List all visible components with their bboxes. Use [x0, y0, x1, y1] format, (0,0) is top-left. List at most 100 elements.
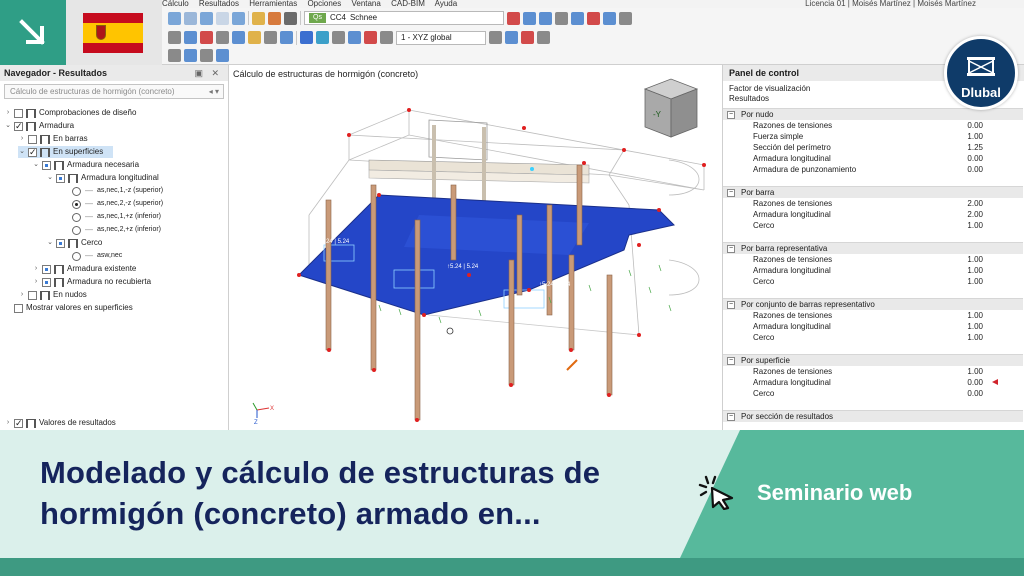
design-check-icon [26, 108, 36, 118]
tool-icon[interactable] [505, 31, 518, 44]
tree-item-mostrar-valores[interactable]: Mostrar valores en superficies [4, 302, 133, 314]
collapse-icon[interactable]: ⌄ [32, 159, 40, 171]
collapse-icon[interactable]: ⌄ [4, 120, 12, 132]
tool-icon[interactable] [216, 31, 229, 44]
view-icon[interactable] [200, 11, 213, 25]
view-icon[interactable] [232, 11, 245, 25]
results-icon[interactable] [252, 11, 265, 25]
support-arrow [566, 359, 578, 371]
tool-icon[interactable] [168, 49, 181, 62]
menu-cad-bim[interactable]: CAD-BIM [391, 0, 425, 8]
display-icon[interactable] [571, 11, 584, 25]
collapse-icon[interactable]: ⌄ [18, 146, 26, 158]
panel-row: Armadura longitudinal 1.00 [753, 266, 983, 275]
display-icon[interactable] [555, 11, 568, 25]
view-icon[interactable] [168, 11, 181, 25]
view-icon[interactable] [184, 11, 197, 25]
tree-item-valores-resultados[interactable]: › Valores de resultados [4, 417, 116, 429]
panel-row: Armadura de punzonamiento 0.00 [753, 165, 983, 174]
tool-icon[interactable] [168, 31, 181, 44]
collapse-icon: − [727, 356, 735, 365]
collapse-icon: − [727, 412, 735, 421]
tool-icon[interactable] [537, 31, 550, 44]
tool-icon[interactable] [200, 49, 213, 62]
tool-icon[interactable] [264, 31, 277, 44]
display-icon[interactable] [523, 11, 536, 25]
tool-icon[interactable] [280, 31, 293, 44]
collapse-icon: − [727, 110, 735, 119]
menu-herramientas[interactable]: Herramientas [249, 0, 297, 8]
tool-icon[interactable] [200, 31, 213, 44]
navigation-cube[interactable]: -Y [641, 77, 701, 139]
tree-item-armadura-no-recubierta[interactable]: › Armadura no recubierta [32, 276, 151, 288]
modified-marker-icon [992, 379, 998, 385]
panel-row: Razones de tensiones 1.00 [753, 367, 983, 376]
view-coordinate-value: 1 - XYZ global [401, 32, 452, 42]
tool-icon[interactable] [380, 31, 393, 44]
load-case-select[interactable]: Qs CC4 Schnee [304, 11, 504, 25]
display-icon[interactable] [619, 11, 632, 25]
expand-icon[interactable]: › [4, 417, 12, 429]
tree-item-en-barras[interactable]: › En barras [18, 133, 88, 145]
tree-item-comprobaciones[interactable]: › Comprobaciones de diseño [4, 107, 136, 119]
results-icon[interactable] [284, 11, 297, 25]
tool-icon[interactable] [348, 31, 361, 44]
expand-icon[interactable]: › [4, 107, 12, 119]
tree-item-armadura-necesaria[interactable]: ⌄ Armadura necesaria [32, 159, 139, 171]
group-por-superficie[interactable]: − Por superficie [723, 354, 1023, 366]
tool-icon[interactable] [521, 31, 534, 44]
tree-item-cerco[interactable]: ⌄ Cerco [46, 237, 102, 249]
panel-row: Cerco 0.00 [753, 389, 983, 398]
tree-item-as-nec-2-bottom[interactable]: — as,nec,2,+z (inferior) [72, 224, 161, 236]
tool-icon[interactable] [300, 31, 313, 44]
tool-icon[interactable] [316, 31, 329, 44]
tool-icon[interactable] [184, 49, 197, 62]
group-por-seccion-resultados[interactable]: − Por sección de resultados [723, 410, 1023, 422]
license-info: Licencia 01 | Moisés Martínez | Moisés M… [805, 0, 976, 8]
expand-icon[interactable]: › [18, 289, 26, 301]
language-badge [66, 0, 162, 65]
panel-row: Cerco 1.00 [753, 277, 983, 286]
tool-icon[interactable] [216, 49, 229, 62]
tree-item-asw-nec[interactable]: — asw,nec [72, 250, 122, 262]
panel-row: Sección del perímetro 1.25 [753, 143, 983, 152]
display-icon[interactable] [539, 11, 552, 25]
menu-ayuda[interactable]: Ayuda [435, 0, 458, 8]
expand-icon[interactable]: › [32, 276, 40, 288]
tree-item-armadura-existente[interactable]: › Armadura existente [32, 263, 136, 275]
panel-controls[interactable]: ▣ ✕ [194, 65, 222, 81]
slab-surface[interactable] [298, 194, 675, 316]
tree-item-en-superficies[interactable]: ⌄ En superficies [18, 146, 114, 158]
navigator-module-select[interactable]: Cálculo de estructuras de hormigón (conc… [4, 84, 224, 99]
tree-item-as-nec-2-top[interactable]: — as,nec,2,-z (superior) [72, 198, 163, 210]
tree-item-en-nudos[interactable]: › En nudos [18, 289, 87, 301]
display-icon[interactable] [603, 11, 616, 25]
group-por-barra[interactable]: − Por barra [723, 186, 1023, 198]
group-por-conjunto-barras[interactable]: − Por conjunto de barras representativo [723, 298, 1023, 310]
menu-ventana[interactable]: Ventana [351, 0, 380, 8]
results-icon[interactable] [268, 11, 281, 25]
tree-item-as-nec-1-bottom[interactable]: — as,nec,1,+z (inferior) [72, 211, 161, 223]
tool-icon[interactable] [332, 31, 345, 44]
tool-icon[interactable] [364, 31, 377, 44]
collapse-icon[interactable]: ⌄ [46, 237, 54, 249]
view-icon[interactable] [216, 11, 229, 25]
display-icon[interactable] [507, 11, 520, 25]
tool-icon[interactable] [248, 31, 261, 44]
tree-item-armadura-longitudinal[interactable]: ⌄ Armadura longitudinal [46, 172, 159, 184]
collapse-icon[interactable]: ⌄ [46, 172, 54, 184]
expand-icon[interactable]: › [32, 263, 40, 275]
tree-item-armadura[interactable]: ⌄ Armadura [4, 120, 74, 132]
menu-calculo[interactable]: Cálculo [162, 0, 189, 8]
menu-opciones[interactable]: Opciones [307, 0, 341, 8]
display-icon[interactable] [587, 11, 600, 25]
expand-icon[interactable]: › [18, 133, 26, 145]
model-viewport[interactable]: Cálculo de estructuras de hormigón (conc… [229, 65, 722, 430]
tool-icon[interactable] [489, 31, 502, 44]
tool-icon[interactable] [232, 31, 245, 44]
tool-icon[interactable] [184, 31, 197, 44]
tree-item-as-nec-1-top[interactable]: — as,nec,1,-z (superior) [72, 185, 163, 197]
view-coordinate-select[interactable]: 1 - XYZ global [396, 30, 486, 45]
group-por-barra-representativa[interactable]: − Por barra representativa [723, 242, 1023, 254]
menu-resultados[interactable]: Resultados [199, 0, 239, 8]
